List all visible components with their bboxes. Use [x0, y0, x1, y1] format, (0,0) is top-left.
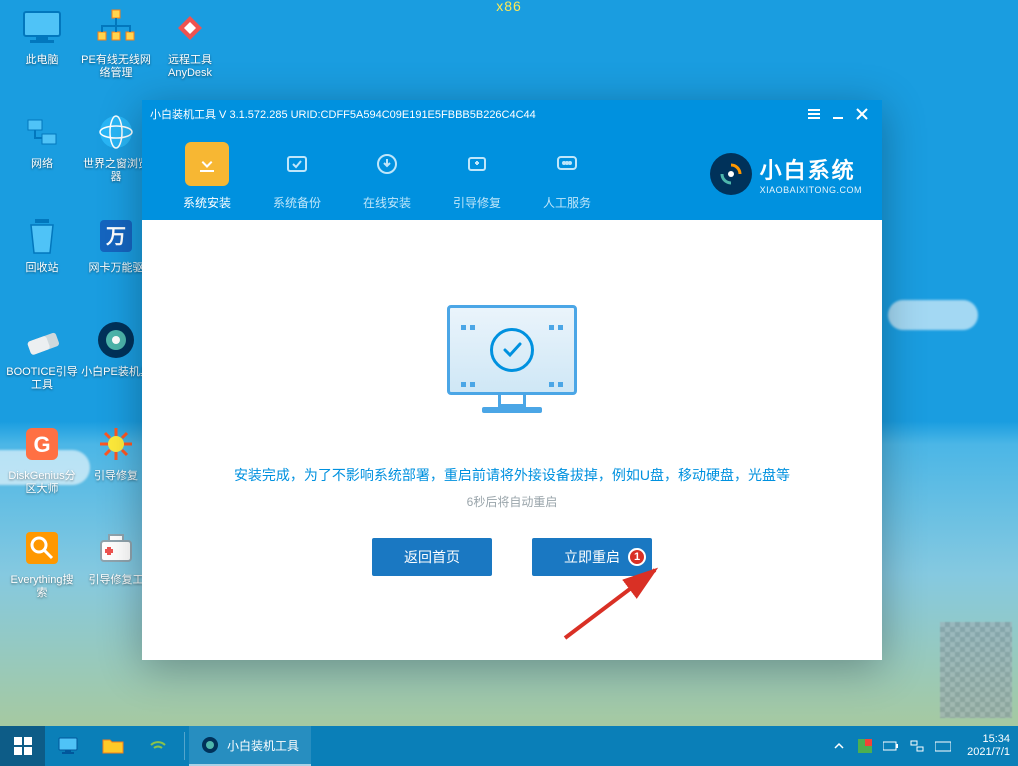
- app-icon: [201, 736, 219, 754]
- arch-label: x86: [496, 0, 522, 14]
- taskbar-explorer[interactable]: [90, 726, 135, 766]
- tray-chevron-icon[interactable]: [831, 738, 847, 754]
- toolbar: 系统安装 系统备份 在线安装 引导修复 人工服务 小白系统 XIAOBAIXIT…: [142, 128, 882, 220]
- success-illustration: [447, 305, 577, 425]
- desktop-icon-recycle-bin[interactable]: 回收站: [6, 214, 78, 312]
- check-circle-icon: [490, 328, 534, 372]
- desktop-icon-everything[interactable]: Everything搜索: [6, 526, 78, 624]
- menu-button[interactable]: [802, 104, 826, 124]
- desktop-icon-diskgenius[interactable]: G DiskGenius分区大师: [6, 422, 78, 520]
- repair-icon: [455, 142, 499, 186]
- brand: 小白系统 XIAOBAIXITONG.COM: [710, 153, 862, 195]
- start-button[interactable]: [0, 726, 45, 766]
- desktop-icon-bootice[interactable]: BOOTICE引导工具: [6, 318, 78, 416]
- desktop-icon-anydesk[interactable]: 远程工具AnyDesk: [154, 6, 226, 104]
- tab-online-install[interactable]: 在线安装: [342, 138, 432, 211]
- backup-icon: [275, 142, 319, 186]
- desktop-icon-this-pc[interactable]: 此电脑: [6, 6, 78, 104]
- tray-battery-icon[interactable]: [883, 738, 899, 754]
- close-button[interactable]: [850, 104, 874, 124]
- tray-network-icon[interactable]: [909, 738, 925, 754]
- tab-system-install[interactable]: 系统安装: [162, 138, 252, 211]
- brand-logo-icon: [710, 153, 752, 195]
- app-window: 小白装机工具 V 3.1.572.285 URID:CDFF5A594C09E1…: [142, 100, 882, 660]
- taskbar: 小白装机工具 15:34 2021/7/1: [0, 726, 1018, 766]
- taskbar-this-pc[interactable]: [45, 726, 90, 766]
- tray-keyboard-icon[interactable]: [935, 738, 951, 754]
- tray-security-icon[interactable]: [857, 738, 873, 754]
- svg-text:万: 万: [105, 226, 126, 248]
- titlebar[interactable]: 小白装机工具 V 3.1.572.285 URID:CDFF5A594C09E1…: [142, 100, 882, 128]
- desktop-icon-pe-net[interactable]: PE有线无线网络管理: [80, 6, 152, 104]
- desktop-icon-network[interactable]: 网络: [6, 110, 78, 208]
- taskbar-app-item[interactable]: 小白装机工具: [189, 726, 311, 766]
- content-area: 安装完成，为了不影响系统部署，重启前请将外接设备拔掉，例如U盘，移动硬盘，光盘等…: [142, 220, 882, 660]
- tab-support[interactable]: 人工服务: [522, 138, 612, 211]
- message-countdown: 6秒后将自动重启: [467, 493, 558, 510]
- home-button[interactable]: 返回首页: [372, 538, 492, 576]
- tab-boot-repair[interactable]: 引导修复: [432, 138, 522, 211]
- message-main: 安装完成，为了不影响系统部署，重启前请将外接设备拔掉，例如U盘，移动硬盘，光盘等: [234, 465, 790, 485]
- download-icon: [185, 142, 229, 186]
- annotation-badge: 1: [628, 548, 646, 566]
- taskbar-clock[interactable]: 15:34 2021/7/1: [961, 733, 1010, 759]
- minimize-button[interactable]: [826, 104, 850, 124]
- svg-text:G: G: [33, 432, 50, 457]
- chat-icon: [545, 142, 589, 186]
- cloud-down-icon: [365, 142, 409, 186]
- blurred-region: [940, 622, 1012, 718]
- window-title: 小白装机工具 V 3.1.572.285 URID:CDFF5A594C09E1…: [150, 106, 802, 122]
- restart-button[interactable]: 立即重启 1: [532, 538, 652, 576]
- taskbar-wifi[interactable]: [135, 726, 180, 766]
- tab-system-backup[interactable]: 系统备份: [252, 138, 342, 211]
- system-tray: 15:34 2021/7/1: [831, 733, 1018, 759]
